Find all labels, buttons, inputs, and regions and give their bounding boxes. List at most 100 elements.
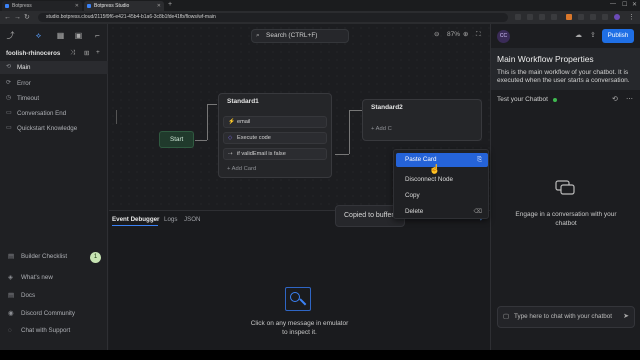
menu-item-disconnect-node[interactable]: Disconnect Node (396, 173, 488, 187)
send-icon[interactable]: ➤ (623, 307, 629, 327)
reload-icon[interactable]: ↻ (24, 13, 30, 22)
chat-empty-line: chatbot (555, 220, 577, 227)
card-label: Execute code (237, 135, 271, 141)
edge-standard1-standard2 (349, 110, 362, 154)
zoom-out-icon[interactable]: ⊖ (434, 30, 439, 40)
canvas-search[interactable]: ⌕ Search (CTRL+F) (251, 29, 349, 43)
bottom-nav-label: Docs (21, 292, 36, 299)
chat-input[interactable]: ▢ Type here to chat with your chatbot ➤ (497, 306, 635, 328)
bottom-nav-label: What's new (21, 274, 53, 281)
workflow-item-conversation-end[interactable]: ▭ Conversation End (0, 107, 108, 120)
cloud-sync-icon[interactable]: ☁ (575, 31, 582, 39)
browser-tab-botpress[interactable]: Botpress ✕ (2, 1, 82, 11)
news-icon: ◈ (8, 274, 13, 281)
discord-community-link[interactable]: ◉ Discord Community (0, 307, 108, 321)
back-icon[interactable]: ← (4, 13, 11, 22)
browser-tab-botpress-studio[interactable]: Botpress Studio ✕ (84, 1, 164, 11)
zoom-level: 87% (447, 31, 461, 38)
whats-new-link[interactable]: ◈ What's new (0, 271, 108, 285)
debugger-empty-message: Click on any message in emulator to insp… (109, 319, 490, 337)
library-icon[interactable]: ▣ (74, 31, 83, 40)
inspect-icon (285, 287, 311, 311)
builder-checklist-button[interactable]: ▤ Builder Checklist 1 (0, 250, 108, 264)
backspace-icon: ⌫ (473, 209, 482, 215)
workflow-label: Main (17, 64, 31, 71)
forward-icon[interactable]: → (14, 13, 21, 22)
workflow-item-main[interactable]: ⟲ Main (0, 61, 108, 74)
workflow-icon[interactable]: ⟡ (34, 31, 43, 40)
close-tab-icon[interactable]: ✕ (75, 1, 79, 11)
start-node[interactable]: Start (159, 131, 194, 148)
maximize-icon[interactable]: ☐ (622, 1, 627, 8)
workflow-item-timeout[interactable]: ◷ Timeout (0, 92, 108, 105)
more-options-icon[interactable]: ⋯ (626, 95, 633, 103)
menu-item-label: Copy (405, 192, 420, 199)
chat-empty-line: Engage in a conversation with your (515, 211, 617, 218)
publish-button[interactable]: Publish (602, 29, 634, 43)
add-card-button[interactable]: + Add C (371, 126, 392, 132)
tab-json[interactable]: JSON (184, 215, 201, 224)
browser-menu-icon[interactable]: ⋮ (628, 13, 635, 22)
add-card-button[interactable]: + Add Card (227, 166, 256, 172)
address-bar[interactable]: studio.botpress.cloud/2115f9f6-e421-45b4… (38, 13, 508, 22)
search-placeholder: Search (CTRL+F) (266, 32, 318, 39)
minimize-icon[interactable]: — (610, 1, 616, 7)
workflow-item-quickstart-knowledge[interactable]: ▭ Quickstart Knowledge (0, 122, 108, 135)
branch-icon[interactable]: ⤨ (70, 49, 75, 57)
card-email[interactable]: ⚡ email (223, 116, 327, 128)
chat-with-support-link[interactable]: ◌ Chat with Support (0, 324, 108, 338)
docs-link[interactable]: ▤ Docs (0, 289, 108, 303)
edge-start-standard1 (207, 104, 217, 140)
code-icon: ◇ (228, 135, 233, 141)
bottom-nav-label: Chat with Support (21, 327, 71, 334)
extension-icon[interactable] (590, 14, 596, 20)
new-tab-button[interactable]: + (168, 1, 172, 8)
hooks-icon[interactable]: ⌐ (93, 31, 102, 40)
attach-icon[interactable]: ▢ (503, 307, 509, 327)
close-window-icon[interactable]: ✕ (632, 1, 637, 8)
debugger-panel: Event Debugger Logs JSON ✦ Click on any … (109, 210, 490, 350)
node-standard1[interactable]: Standard1 ⚡ email ◇ Execute code ⇢ if va… (218, 93, 332, 178)
studio-app: ⤴ ⟡ ▦ ▣ ⌐ foolish-rhinoceros ⤨ ⊞ + ⟲ Mai… (0, 24, 640, 350)
layout-icon[interactable]: ⊞ (84, 49, 89, 57)
tab-logs[interactable]: Logs (164, 215, 177, 224)
fit-view-icon[interactable]: ⛶ (476, 30, 481, 40)
tab-label: Botpress (12, 3, 32, 9)
extension-icon[interactable] (515, 14, 521, 20)
properties-description: This is the main workflow of your chatbo… (497, 69, 630, 84)
extension-icon[interactable] (527, 14, 533, 20)
share-icon[interactable]: ⤴ (6, 31, 15, 40)
context-menu: Paste Card ⎘ Disconnect Node Copy Delete… (393, 149, 489, 219)
menu-item-delete[interactable]: Delete ⌫ (396, 205, 488, 219)
error-icon: ⟳ (6, 80, 12, 86)
debugger-empty-line: to inspect it. (282, 329, 317, 336)
card-if-valid-email[interactable]: ⇢ if validEmail is false (223, 148, 327, 160)
edge-standard1-standard2 (335, 154, 349, 155)
menu-item-label: Disconnect Node (405, 176, 453, 183)
menu-item-copy[interactable]: Copy (396, 189, 488, 203)
bot-name: foolish-rhinoceros (6, 50, 61, 57)
extension-icon[interactable] (551, 14, 557, 20)
extension-icon[interactable] (539, 14, 545, 20)
extension-icon[interactable] (578, 14, 584, 20)
menu-item-paste-card[interactable]: Paste Card ⎘ (396, 153, 488, 167)
tab-event-debugger[interactable]: Event Debugger (112, 215, 159, 224)
node-standard2[interactable]: Standard2 + Add C (362, 99, 482, 141)
workflow-item-error[interactable]: ⟳ Error (0, 77, 108, 90)
zoom-in-icon[interactable]: ⊕ (463, 30, 468, 40)
url-text: studio.botpress.cloud/2115f9f6-e421-45b4… (46, 14, 216, 20)
lightning-icon: ⚡ (228, 119, 235, 125)
card-execute-code[interactable]: ◇ Execute code (223, 132, 327, 144)
close-tab-icon[interactable]: ✕ (157, 1, 161, 11)
refresh-icon[interactable]: ⟲ (612, 95, 618, 103)
node-title: Standard1 (227, 98, 259, 105)
avatar[interactable]: CC (497, 30, 510, 43)
browser-toolbar: ← → ↻ studio.botpress.cloud/2115f9f6-e42… (0, 11, 640, 24)
search-icon: ⌕ (256, 32, 260, 39)
extension-icon[interactable] (602, 14, 608, 20)
tables-icon[interactable]: ▦ (56, 31, 65, 40)
extension-icon[interactable] (566, 14, 572, 20)
add-workflow-icon[interactable]: + (96, 49, 100, 56)
profile-icon[interactable] (614, 14, 620, 20)
share-icon[interactable]: ⇪ (590, 31, 596, 39)
